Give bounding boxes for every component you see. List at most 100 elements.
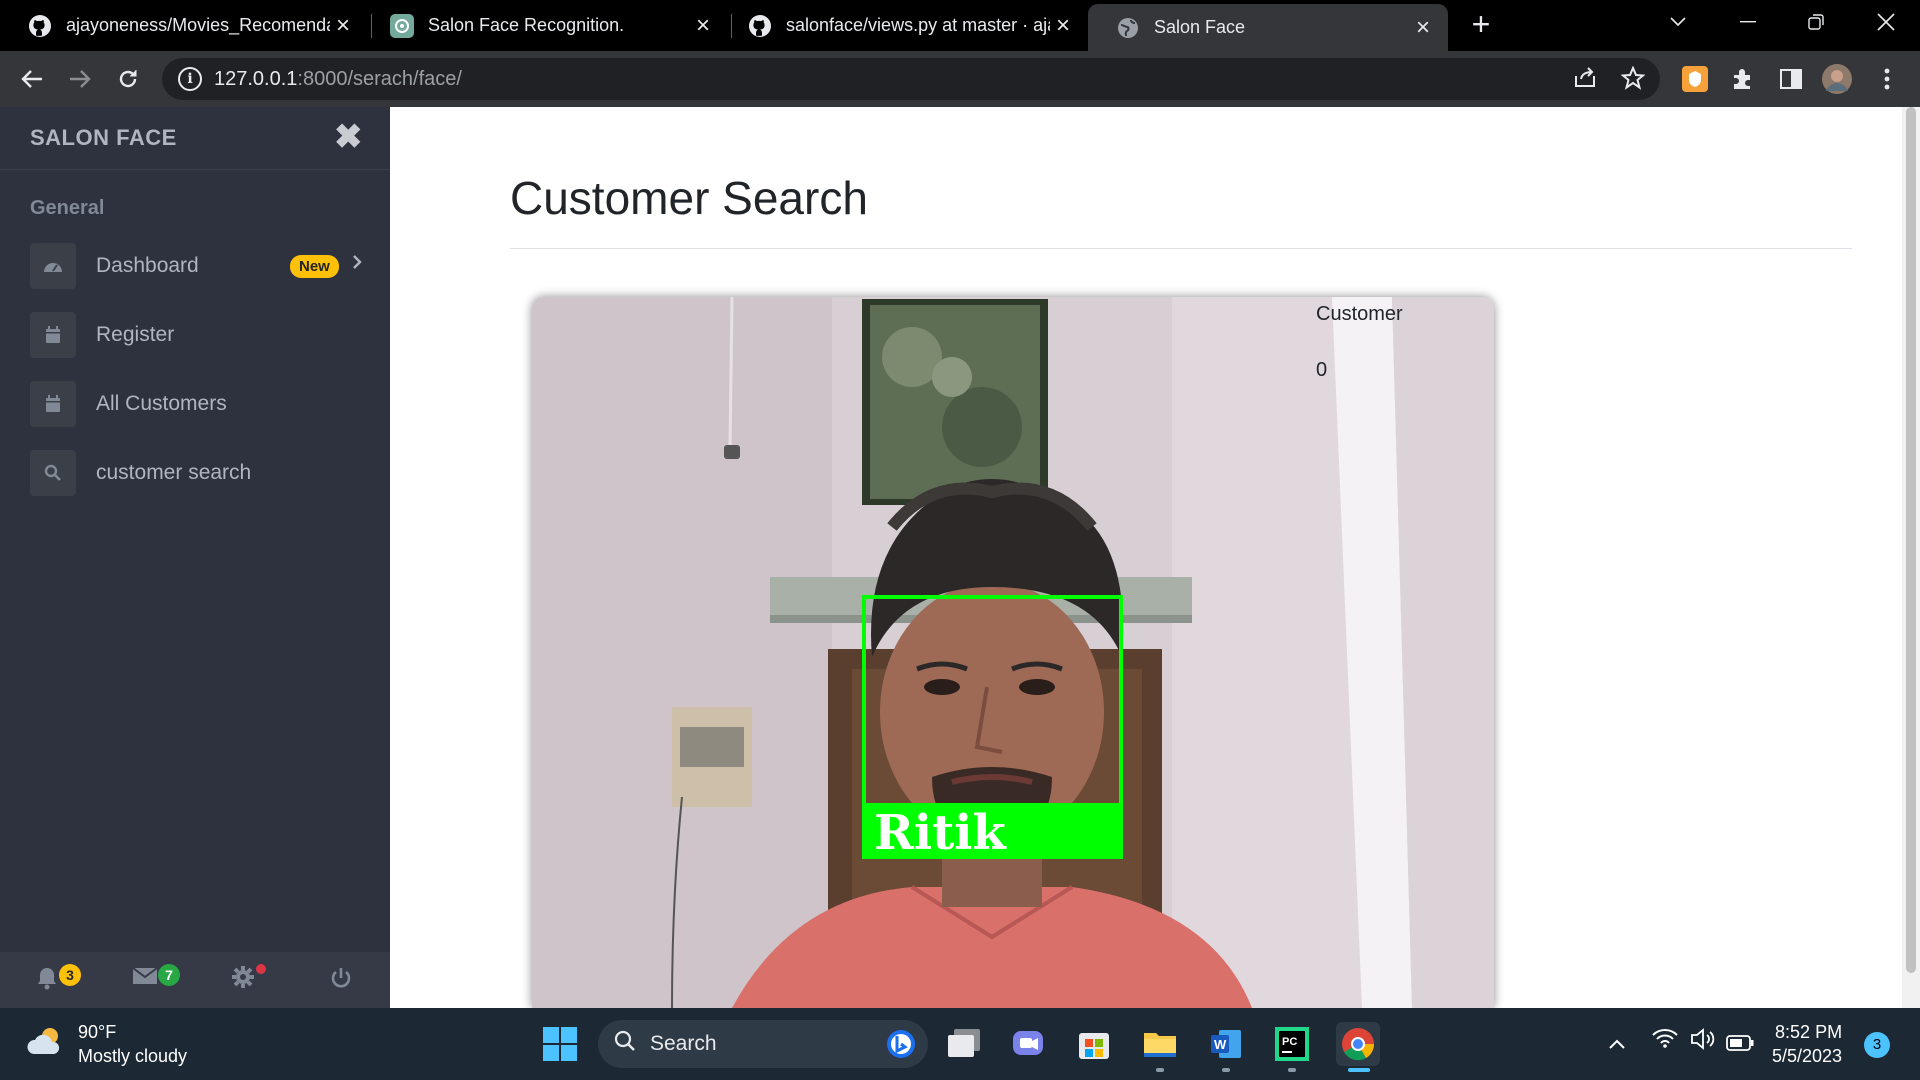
bing-icon[interactable] [886, 1029, 916, 1065]
sidebar-item-dashboard[interactable]: Dashboard New [30, 243, 370, 289]
forward-icon[interactable] [62, 61, 98, 97]
sidebar: SALON FACE ✖ General Dashboard New Regis… [0, 107, 390, 1008]
calendar-icon [30, 312, 76, 358]
browser-toolbar: i 127.0.0.1:8000/serach/face/ [0, 51, 1920, 107]
sidebar-item-label: Dashboard [96, 254, 199, 277]
tab-title: ajayoneness/Movies_Recomenda [66, 15, 330, 35]
new-badge: New [290, 255, 339, 278]
browser-menu-icon[interactable] [1872, 64, 1902, 94]
close-icon[interactable]: × [690, 12, 716, 39]
clock-time: 8:52 PM [1775, 1022, 1843, 1042]
camera-feed: Ritik [532, 297, 1494, 1008]
microsoft-store-icon[interactable] [1072, 1022, 1116, 1066]
power-icon[interactable] [330, 966, 352, 994]
browser-tab-salon-face-active[interactable]: Salon Face × [1088, 4, 1448, 51]
pycharm-icon[interactable]: PC [1270, 1022, 1314, 1066]
tab-title: Salon Face Recognition. [428, 15, 625, 35]
url-text[interactable]: 127.0.0.1:8000/serach/face/ [214, 68, 462, 91]
sidebar-item-label: customer search [96, 461, 252, 484]
tab-title: salonface/views.py at master · aja [786, 15, 1050, 35]
close-icon[interactable]: × [330, 12, 356, 39]
windows-start-icon[interactable] [538, 1022, 582, 1066]
weather-widget[interactable]: 90°F Mostly cloudy [26, 1020, 187, 1068]
messages-count-badge: 7 [158, 964, 180, 986]
close-icon[interactable]: × [1410, 14, 1436, 41]
chevron-right-icon [352, 253, 362, 276]
envelope-icon[interactable] [132, 966, 158, 994]
customer-count: 0 [1316, 359, 1328, 381]
address-bar[interactable]: i 127.0.0.1:8000/serach/face/ [162, 58, 1660, 100]
page-title: Customer Search [510, 172, 868, 224]
settings-alert-dot [256, 964, 266, 974]
sidebar-item-label: All Customers [96, 392, 227, 415]
url-host: 127.0.0.1 [214, 68, 298, 90]
browser-tab-views-py[interactable]: salonface/views.py at master · aja × [720, 0, 1088, 51]
windows-taskbar: 90°F Mostly cloudy Search W PC 8:52 PM 5… [0, 1008, 1920, 1080]
sidebar-close-icon[interactable]: ✖ [334, 117, 363, 157]
scrollbar-thumb[interactable] [1906, 107, 1916, 973]
cloudy-weather-icon [26, 1026, 66, 1063]
taskbar-search-box[interactable]: Search [598, 1020, 928, 1068]
bookmark-star-icon[interactable] [1620, 65, 1646, 92]
minimize-icon[interactable] [1724, 0, 1772, 44]
running-indicator [1222, 1068, 1230, 1072]
task-view-icon[interactable] [942, 1022, 986, 1066]
svg-text:PC: PC [1282, 1036, 1297, 1048]
back-icon[interactable] [14, 61, 50, 97]
restore-icon[interactable] [1792, 0, 1840, 44]
chevron-up-icon[interactable] [1608, 1030, 1626, 1056]
share-icon[interactable] [1572, 66, 1598, 92]
chrome-icon[interactable] [1336, 1022, 1380, 1066]
sidebar-item-all-customers[interactable]: All Customers [30, 381, 370, 427]
browser-tab-movies[interactable]: ajayoneness/Movies_Recomenda × [0, 0, 368, 51]
search-icon [30, 450, 76, 496]
dashboard-icon [30, 243, 76, 289]
browser-tab-strip: ajayoneness/Movies_Recomenda × Salon Fac… [0, 0, 1920, 51]
close-icon[interactable]: × [1050, 12, 1076, 39]
github-icon [28, 14, 52, 38]
clock-date: 5/5/2023 [1772, 1046, 1843, 1066]
sidebar-item-label: Register [96, 323, 175, 346]
file-explorer-icon[interactable] [1138, 1022, 1182, 1066]
sidebar-item-register[interactable]: Register [30, 312, 370, 358]
sidebar-divider [0, 169, 390, 170]
word-icon[interactable]: W [1204, 1022, 1248, 1066]
sidebar-brand[interactable]: SALON FACE [30, 125, 177, 151]
sidebar-item-customer-search[interactable]: customer search [30, 450, 370, 496]
weather-desc: Mostly cloudy [78, 1046, 188, 1066]
main-content: Customer Search Ritik Customer 0 [390, 107, 1902, 1008]
chatgpt-icon [390, 13, 414, 38]
customer-label: Customer [1316, 303, 1403, 325]
github-icon [748, 14, 772, 38]
gear-icon[interactable] [232, 966, 254, 994]
extensions-puzzle-icon[interactable] [1728, 64, 1758, 94]
site-info-icon[interactable]: i [178, 67, 202, 91]
globe-icon [1116, 16, 1140, 40]
new-tab-button[interactable]: + [1466, 8, 1496, 40]
taskbar-search-placeholder: Search [650, 1032, 717, 1055]
taskbar-clock[interactable]: 8:52 PM 5/5/2023 [1772, 1020, 1842, 1068]
reload-icon[interactable] [110, 61, 146, 97]
title-divider [510, 248, 1852, 249]
wifi-icon[interactable] [1652, 1028, 1678, 1054]
browser-tab-salon-recognition[interactable]: Salon Face Recognition. × [362, 0, 728, 51]
running-indicator [1156, 1068, 1164, 1072]
svg-text:W: W [1214, 1037, 1227, 1052]
calendar-icon [30, 381, 76, 427]
volume-icon[interactable] [1690, 1028, 1716, 1056]
page-scrollbar[interactable] [1902, 107, 1920, 1008]
bell-icon[interactable] [36, 966, 58, 994]
search-icon [614, 1030, 636, 1058]
teams-chat-icon[interactable] [1006, 1022, 1050, 1066]
notification-count-badge[interactable]: 3 [1864, 1032, 1890, 1058]
weather-temp: 90°F [78, 1022, 117, 1042]
side-panel-icon[interactable] [1776, 64, 1806, 94]
notifications-count-badge: 3 [59, 964, 81, 986]
extension-brave-icon[interactable] [1680, 64, 1710, 94]
window-close-icon[interactable] [1862, 0, 1910, 44]
sidebar-footer: 3 7 [0, 952, 390, 1008]
profile-avatar-icon[interactable] [1822, 64, 1852, 94]
battery-icon[interactable] [1726, 1031, 1754, 1057]
detected-face-label: Ritik [874, 805, 1008, 861]
tab-search-icon[interactable] [1654, 0, 1702, 44]
